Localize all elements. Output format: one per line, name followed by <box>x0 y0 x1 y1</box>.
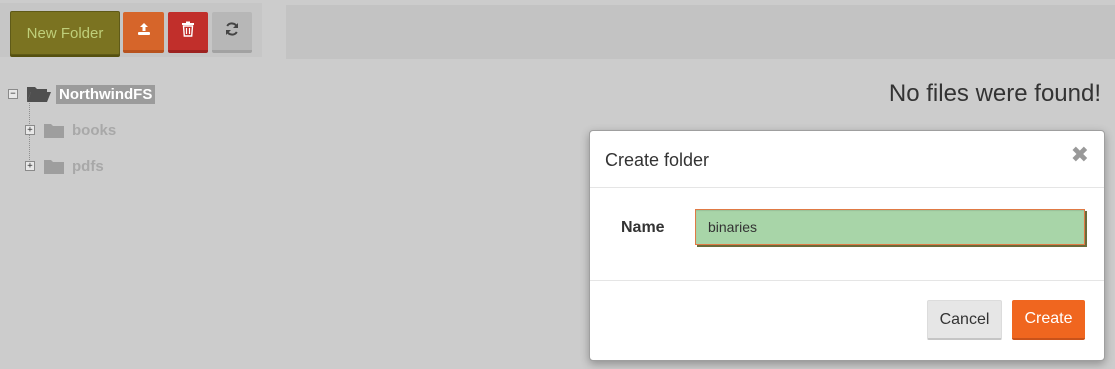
dialog-body: Name <box>590 188 1104 281</box>
tree-label-books[interactable]: books <box>72 122 116 139</box>
expand-toggle[interactable]: + <box>25 125 35 135</box>
tree-label-pdfs[interactable]: pdfs <box>72 158 104 175</box>
tree-node-pdfs[interactable]: + pdfs <box>25 157 104 175</box>
name-label: Name <box>621 219 665 236</box>
refresh-button[interactable] <box>212 12 252 53</box>
folder-name-input[interactable] <box>695 209 1085 245</box>
top-bar <box>286 5 1115 59</box>
dialog-title: Create folder <box>605 150 710 170</box>
folder-icon <box>43 121 65 139</box>
upload-icon <box>136 21 152 41</box>
new-folder-button[interactable]: New Folder <box>10 11 120 55</box>
tree-node-books[interactable]: + books <box>25 121 116 139</box>
collapse-toggle[interactable]: − <box>8 89 18 99</box>
cancel-button[interactable]: Cancel <box>927 300 1002 340</box>
refresh-icon <box>224 21 240 41</box>
toolbar: New Folder <box>0 3 262 57</box>
empty-message: No files were found! <box>888 80 1101 107</box>
create-button[interactable]: Create <box>1012 300 1085 340</box>
expand-toggle[interactable]: + <box>25 161 35 171</box>
tree-node-root[interactable]: − NorthwindFS <box>8 84 156 104</box>
close-icon[interactable]: ✖ <box>1071 144 1089 166</box>
new-folder-label: New Folder <box>26 24 104 42</box>
folder-icon <box>43 157 65 175</box>
tree-label-root[interactable]: NorthwindFS <box>56 84 156 104</box>
folder-open-icon <box>26 84 52 104</box>
trash-icon <box>181 21 195 41</box>
delete-button[interactable] <box>168 12 208 53</box>
upload-button[interactable] <box>123 12 164 53</box>
create-folder-dialog: Create folder ✖ Name Cancel Create <box>589 130 1105 361</box>
dialog-header: Create folder ✖ <box>590 131 1104 188</box>
